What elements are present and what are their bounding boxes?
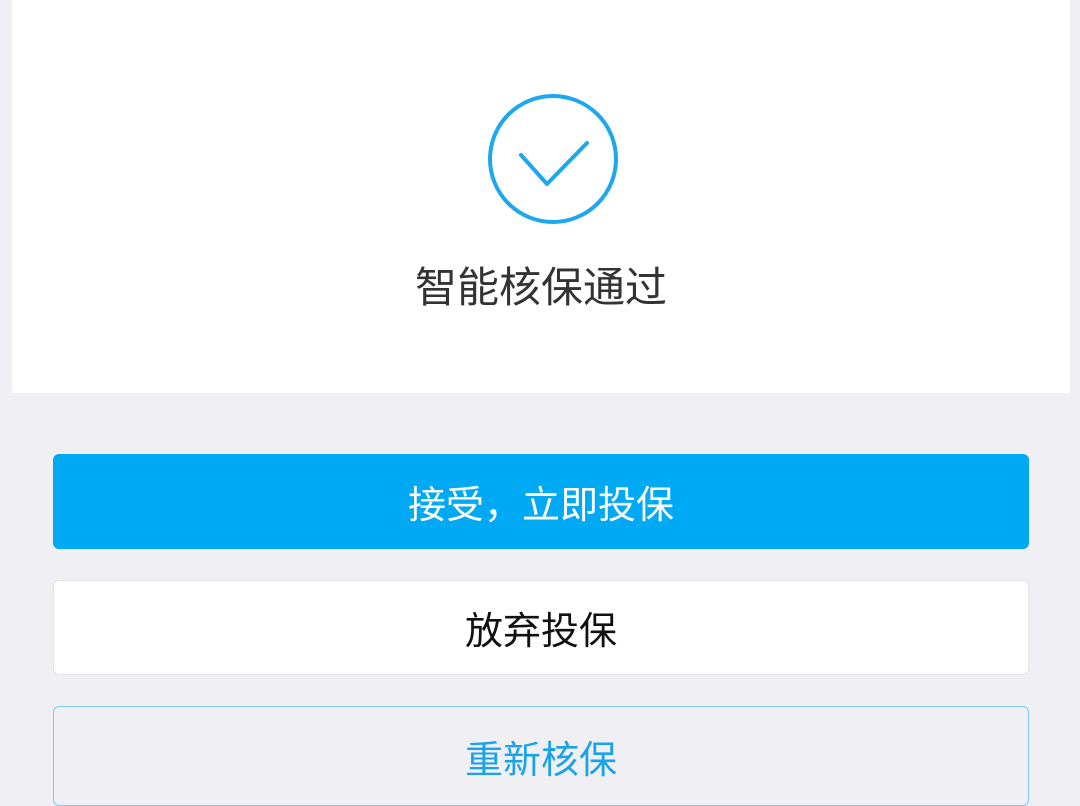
accept-insure-label: 接受，立即投保 xyxy=(407,483,674,527)
check-circle-svg xyxy=(488,94,618,224)
check-mark xyxy=(519,141,589,186)
check-circle-ring xyxy=(488,94,618,224)
re-underwrite-label: 重新核保 xyxy=(464,737,617,782)
abandon-insure-label: 放弃投保 xyxy=(464,609,617,653)
result-card: 智能核保通过 xyxy=(12,0,1070,393)
accept-insure-button[interactable]: 接受，立即投保 xyxy=(53,454,1029,549)
re-underwrite-button[interactable]: 重新核保 xyxy=(53,706,1029,806)
check-circle-icon xyxy=(488,94,618,224)
result-title: 智能核保通过 xyxy=(414,263,667,312)
abandon-insure-button[interactable]: 放弃投保 xyxy=(53,580,1029,675)
